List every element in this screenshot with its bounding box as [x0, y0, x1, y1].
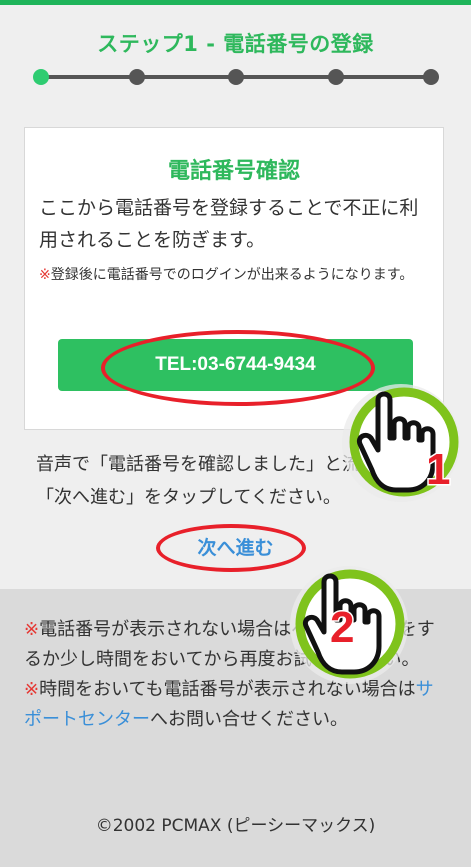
top-accent-bar [0, 0, 471, 5]
card-note: ※登録後に電話番号でのログインが出来るようになります。 [39, 259, 431, 291]
tap-hand-icon-2: 2 [295, 569, 405, 679]
annotation-ellipse-tel [101, 330, 375, 406]
progress-step-3 [228, 69, 244, 85]
badge-number-1: 1 [426, 445, 450, 494]
step-progress-indicator [33, 69, 439, 85]
notes-mark-1: ※ [24, 619, 40, 640]
step-title: ステップ1 - 電話番号の登録 [97, 32, 374, 56]
card-description: ここから電話番号を登録することで不正に利用されることを防ぎます。 [39, 197, 419, 251]
note-text: 登録後に電話番号でのログインが出来るようになります。 [50, 267, 414, 283]
progress-step-4 [328, 69, 344, 85]
notes-text-2b: へお問い合せください。 [150, 709, 348, 730]
copyright: ©2002 PCMAX (ピーシーマックス) [95, 816, 376, 836]
notes-mark-2: ※ [24, 679, 40, 700]
card-title: 電話番号確認 [167, 159, 300, 184]
progress-step-1 [33, 69, 49, 85]
progress-step-5 [423, 69, 439, 85]
progress-step-2 [129, 69, 145, 85]
tap-hand-icon-1: 1 [349, 387, 459, 497]
note-mark: ※ [39, 267, 51, 283]
badge-number-2: 2 [330, 603, 354, 652]
